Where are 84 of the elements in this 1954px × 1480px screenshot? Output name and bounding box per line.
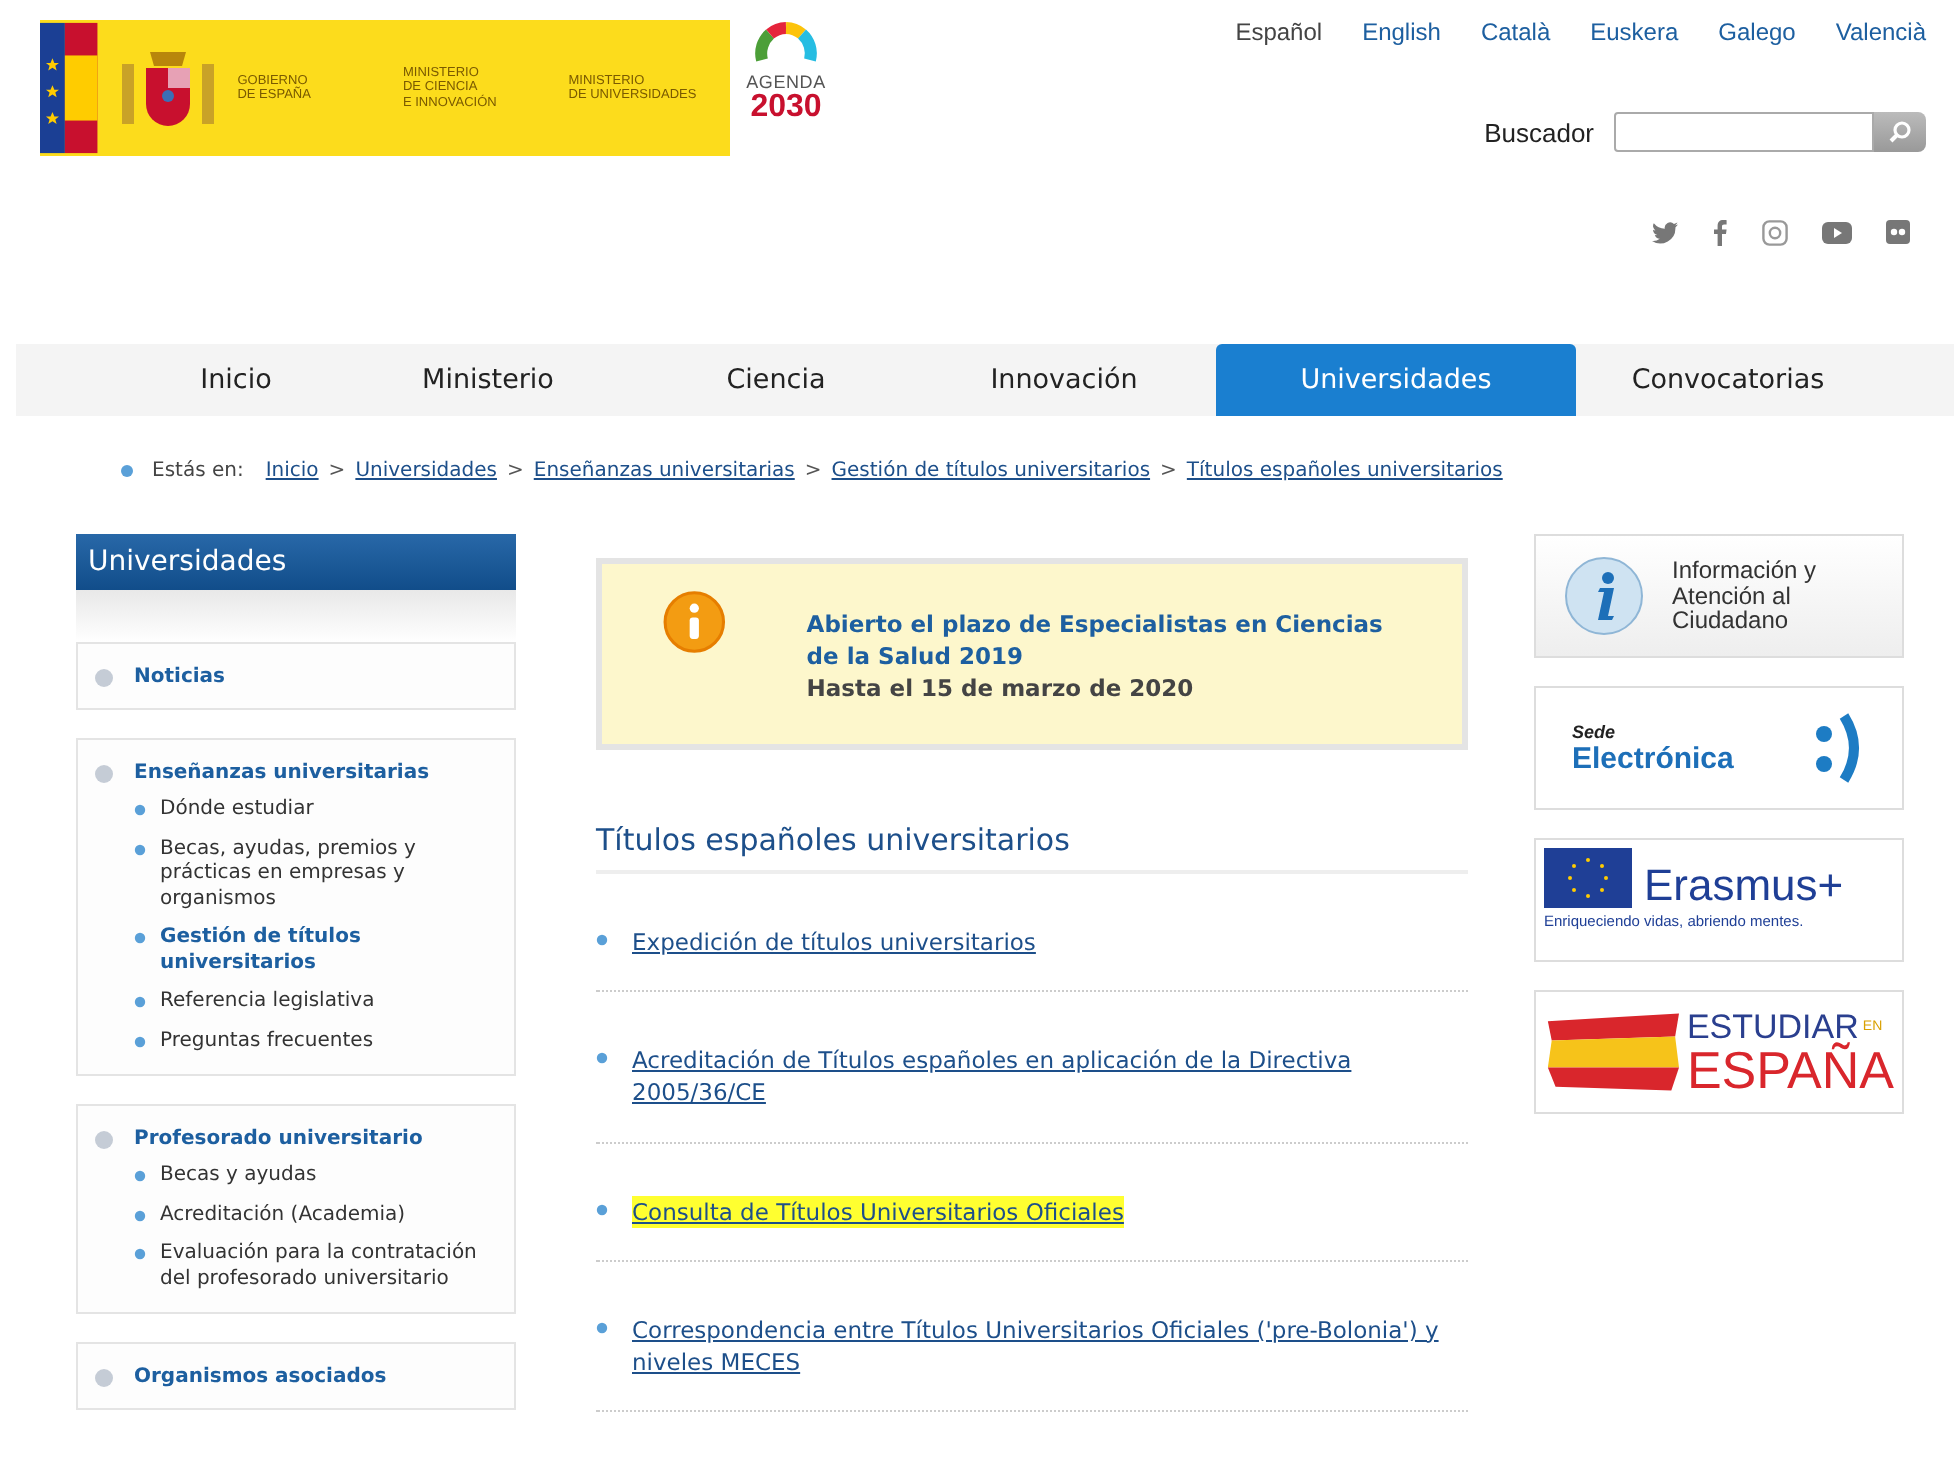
sidebar-title: Universidades — [76, 534, 516, 590]
circle-bullet-icon — [94, 763, 114, 783]
language-link[interactable]: Español — [1235, 18, 1323, 46]
banner-text: Información y — [1672, 558, 1817, 584]
sidebar-item[interactable]: Gestión de títulos universitarios — [160, 926, 500, 976]
nav-tab[interactable]: Ciencia — [640, 344, 912, 416]
e-office-banner[interactable]: Sede Electrónica — [1534, 686, 1904, 810]
video-icon[interactable] — [1822, 221, 1852, 243]
agenda-label: AGENDA — [746, 72, 826, 92]
banner-text: Erasmus+ — [1644, 864, 1844, 908]
nav-tab[interactable]: Universidades — [1216, 344, 1576, 416]
banner-text: ESTUDIAR — [1686, 1009, 1859, 1043]
breadcrumb-separator: > — [328, 460, 346, 482]
search-field[interactable] — [1614, 112, 1874, 152]
language-link[interactable]: English — [1362, 18, 1441, 46]
bullet-icon — [134, 843, 146, 855]
agenda-year: 2030 — [750, 92, 822, 124]
sidebar-item[interactable]: Dónde estudiar — [160, 798, 500, 823]
search-label: Buscador — [1484, 117, 1594, 147]
language-link[interactable]: Euskera — [1590, 18, 1679, 46]
bullet-icon — [596, 934, 608, 947]
sidebar-item[interactable]: Referencia legislativa — [160, 990, 500, 1015]
bullet-icon — [596, 1052, 608, 1065]
search-button[interactable] — [1874, 112, 1926, 152]
bullet-icon — [596, 1203, 608, 1216]
bullet-icon — [134, 1248, 146, 1260]
info-icon — [1564, 556, 1644, 636]
citizen-info-banner[interactable]: Información y Atención al Ciudadano — [1534, 534, 1904, 658]
sidebar-section-link[interactable]: Profesorado universitario — [134, 1128, 423, 1150]
circle-bullet-icon — [94, 667, 114, 687]
sidebar-item[interactable]: Preguntas frecuentes — [160, 1029, 500, 1054]
notice-date: Hasta el 15 de marzo de 2020 — [806, 672, 1196, 705]
notice-title[interactable]: Abierto el plazo de Especialistas en Ciencias de la Salud 2019 — [806, 608, 1422, 673]
document-link[interactable]: Acreditación de Títulos españoles en aplicación de la Directiva 2005/36/CE — [632, 1044, 1468, 1110]
circle-bullet-icon — [94, 1367, 114, 1387]
flag-stripe-icon — [40, 20, 98, 156]
circle-bullet-icon — [94, 1129, 114, 1149]
flickr-icon[interactable] — [1886, 220, 1910, 244]
banner-text: Electrónica — [1572, 741, 1734, 775]
breadcrumb-link[interactable]: Universidades — [355, 460, 497, 482]
nav-tab[interactable]: Convocatorias — [1592, 344, 1864, 416]
breadcrumb-link[interactable]: Gestión de títulos universitarios — [831, 460, 1151, 482]
bullet-icon — [120, 464, 134, 478]
search-icon — [1888, 120, 1912, 144]
banner-text: Sede — [1572, 721, 1618, 741]
sidebar-section-link[interactable]: Noticias — [134, 666, 226, 688]
banner-text: Atención al — [1672, 583, 1793, 609]
breadcrumb-link[interactable]: Títulos españoles universitarios — [1186, 460, 1503, 482]
breadcrumb-separator: > — [506, 460, 524, 482]
banner-text: ESPAÑA — [1686, 1043, 1894, 1095]
bullet-icon — [134, 1209, 146, 1221]
breadcrumb-label: Estás en: — [152, 460, 244, 482]
document-link[interactable]: Consulta de Títulos Universitarios Oficiales — [632, 1195, 1124, 1228]
instagram-icon[interactable] — [1762, 219, 1788, 245]
bullet-icon — [596, 1321, 608, 1334]
language-link[interactable]: Català — [1480, 18, 1551, 46]
sidebar-item[interactable]: Acreditación (Academia) — [160, 1203, 500, 1228]
sidebar-section-link[interactable]: Enseñanzas universitarias — [134, 762, 430, 784]
bullet-icon — [134, 996, 146, 1008]
nav-tab[interactable]: Innovación — [928, 344, 1200, 416]
sidebar-section-link[interactable]: Organismos asociados — [134, 1366, 387, 1388]
sidebar-item[interactable]: Becas, ayudas, premios y prácticas en empresas y organismos — [160, 837, 500, 912]
document-link[interactable]: Correspondencia entre Títulos Universitarios Oficiales ('pre-Bolonia') y niveles MECES — [632, 1313, 1468, 1378]
document-link[interactable]: Expedición de títulos universitarios — [632, 926, 1036, 959]
facebook-icon[interactable] — [1712, 218, 1728, 246]
bullet-icon — [134, 932, 146, 944]
page-heading: Títulos españoles universitarios — [596, 822, 1468, 875]
nav-tab[interactable]: Ministerio — [352, 344, 624, 416]
bullet-icon — [134, 1035, 146, 1047]
breadcrumb-link[interactable]: Inicio — [265, 460, 319, 482]
bullet-icon — [134, 1170, 146, 1182]
twitter-icon[interactable] — [1652, 221, 1678, 243]
sidebar-item[interactable]: Evaluación para la contratación del profesorado universitario — [160, 1242, 500, 1292]
language-link[interactable]: Valencià — [1835, 18, 1926, 46]
nav-tab[interactable]: Inicio — [136, 344, 336, 416]
bullet-icon — [134, 804, 146, 816]
banner-text: Ciudadano — [1672, 608, 1791, 634]
breadcrumb-separator: > — [804, 460, 822, 482]
eu-flag-icon — [1544, 848, 1632, 908]
brush-flag-icon — [1544, 1008, 1683, 1096]
language-link[interactable]: Galego — [1718, 18, 1796, 46]
breadcrumb-link[interactable]: Enseñanzas universitarias — [533, 460, 795, 482]
sidebar-item[interactable]: Becas y ayudas — [160, 1164, 500, 1189]
breadcrumb-separator: > — [1160, 460, 1177, 482]
